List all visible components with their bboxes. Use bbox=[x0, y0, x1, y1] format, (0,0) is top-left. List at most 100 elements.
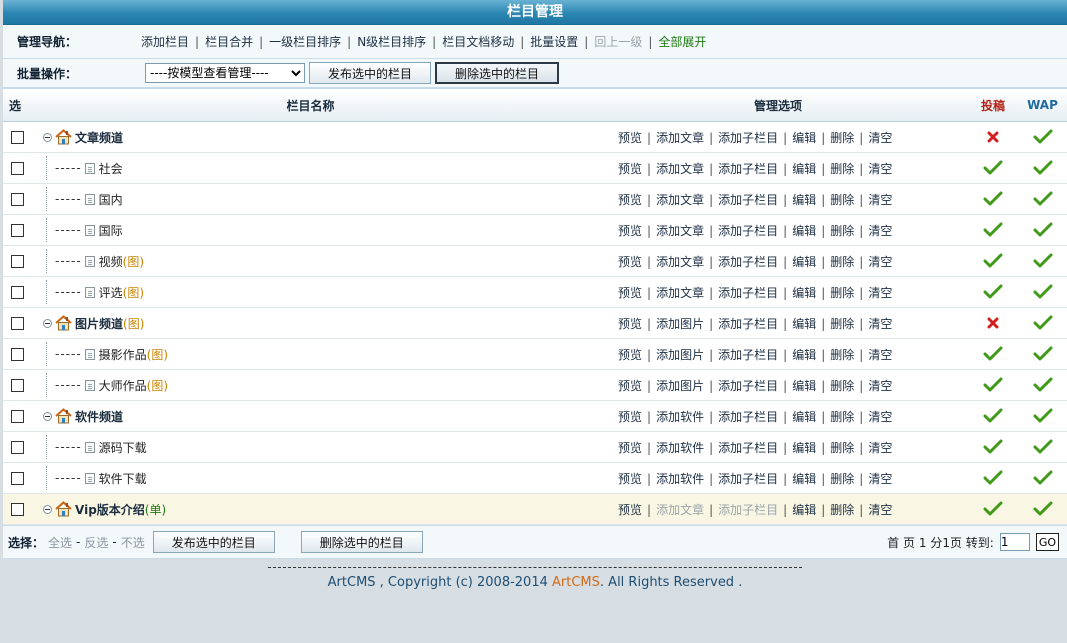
category-name[interactable]: 文章频道 bbox=[75, 129, 123, 146]
check-icon[interactable] bbox=[983, 253, 1003, 269]
row-action-link[interactable]: 预览 bbox=[618, 286, 642, 300]
row-action-link[interactable]: 清空 bbox=[868, 379, 892, 393]
row-action-link[interactable]: 添加文章 bbox=[656, 193, 704, 207]
row-action-link[interactable]: 清空 bbox=[868, 472, 892, 486]
row-action-link[interactable]: 编辑 bbox=[792, 193, 816, 207]
row-action-link[interactable]: 删除 bbox=[830, 503, 854, 517]
row-action-link[interactable]: 添加子栏目 bbox=[718, 441, 778, 455]
check-icon[interactable] bbox=[983, 222, 1003, 238]
row-action-link[interactable]: 删除 bbox=[830, 193, 854, 207]
row-action-link[interactable]: 预览 bbox=[618, 410, 642, 424]
category-name[interactable]: 国际 bbox=[99, 222, 123, 239]
row-checkbox[interactable] bbox=[11, 409, 24, 423]
row-action-link[interactable]: 预览 bbox=[618, 131, 642, 145]
category-name[interactable]: Vip版本介绍 bbox=[75, 501, 145, 518]
check-icon[interactable] bbox=[1033, 315, 1053, 331]
row-action-link[interactable]: 添加子栏目 bbox=[718, 255, 778, 269]
nav-link[interactable]: 全部展开 bbox=[658, 33, 706, 50]
row-action-link[interactable]: 预览 bbox=[618, 348, 642, 362]
row-action-link[interactable]: 编辑 bbox=[792, 286, 816, 300]
check-icon[interactable] bbox=[983, 377, 1003, 393]
row-checkbox[interactable] bbox=[11, 223, 24, 237]
row-action-link[interactable]: 清空 bbox=[868, 348, 892, 362]
row-checkbox[interactable] bbox=[11, 130, 24, 144]
row-checkbox[interactable] bbox=[11, 347, 24, 361]
row-action-link[interactable]: 删除 bbox=[830, 379, 854, 393]
check-icon[interactable] bbox=[1033, 284, 1053, 300]
category-name[interactable]: 评选 bbox=[99, 284, 123, 301]
row-action-link[interactable]: 添加图片 bbox=[656, 379, 704, 393]
row-action-link[interactable]: 清空 bbox=[868, 131, 892, 145]
nav-link[interactable]: 栏目文档移动 bbox=[442, 33, 514, 50]
row-action-link[interactable]: 删除 bbox=[830, 441, 854, 455]
row-action-link[interactable]: 添加软件 bbox=[656, 441, 704, 455]
row-action-link[interactable]: 删除 bbox=[830, 224, 854, 238]
row-action-link[interactable]: 清空 bbox=[868, 162, 892, 176]
footer-delete-button[interactable]: 删除选中的栏目 bbox=[300, 531, 423, 553]
page-number-input[interactable] bbox=[999, 533, 1030, 551]
row-checkbox[interactable] bbox=[11, 192, 24, 206]
row-action-link[interactable]: 编辑 bbox=[792, 379, 816, 393]
row-checkbox[interactable] bbox=[11, 471, 24, 485]
row-action-link[interactable]: 添加软件 bbox=[656, 410, 704, 424]
collapse-toggle-icon[interactable] bbox=[43, 318, 52, 328]
check-icon[interactable] bbox=[1033, 253, 1053, 269]
row-action-link[interactable]: 删除 bbox=[830, 162, 854, 176]
row-action-link[interactable]: 删除 bbox=[830, 131, 854, 145]
row-action-link[interactable]: 编辑 bbox=[792, 441, 816, 455]
row-action-link[interactable]: 预览 bbox=[618, 441, 642, 455]
row-action-link[interactable]: 编辑 bbox=[792, 131, 816, 145]
row-action-link[interactable]: 添加软件 bbox=[656, 472, 704, 486]
row-action-link[interactable]: 添加子栏目 bbox=[718, 472, 778, 486]
row-action-link[interactable]: 添加图片 bbox=[656, 317, 704, 331]
row-action-link[interactable]: 编辑 bbox=[792, 472, 816, 486]
category-name[interactable]: 软件下载 bbox=[99, 470, 147, 487]
row-action-link[interactable]: 清空 bbox=[868, 286, 892, 300]
nav-link[interactable]: 栏目合并 bbox=[205, 33, 253, 50]
row-action-link[interactable]: 删除 bbox=[830, 286, 854, 300]
select-invert-link[interactable]: 反选 bbox=[84, 534, 108, 551]
check-icon[interactable] bbox=[983, 501, 1003, 517]
check-icon[interactable] bbox=[1033, 191, 1053, 207]
check-icon[interactable] bbox=[983, 346, 1003, 362]
row-action-link[interactable]: 添加文章 bbox=[656, 286, 704, 300]
row-action-link[interactable]: 清空 bbox=[868, 410, 892, 424]
row-action-link[interactable]: 添加文章 bbox=[656, 224, 704, 238]
nav-link[interactable]: 回上一级 bbox=[594, 33, 642, 50]
row-action-link[interactable]: 删除 bbox=[830, 255, 854, 269]
row-action-link[interactable]: 删除 bbox=[830, 410, 854, 424]
row-action-link[interactable]: 添加子栏目 bbox=[718, 286, 778, 300]
check-icon[interactable] bbox=[983, 408, 1003, 424]
category-name[interactable]: 社会 bbox=[99, 160, 123, 177]
row-action-link[interactable]: 清空 bbox=[868, 317, 892, 331]
check-icon[interactable] bbox=[1033, 129, 1053, 145]
go-button[interactable]: GO bbox=[1035, 533, 1059, 551]
row-action-link[interactable]: 添加文章 bbox=[656, 162, 704, 176]
row-action-link[interactable]: 编辑 bbox=[792, 410, 816, 424]
nav-link[interactable]: 批量设置 bbox=[530, 33, 578, 50]
row-action-link[interactable]: 删除 bbox=[830, 317, 854, 331]
model-select[interactable]: ----按模型查看管理---- bbox=[145, 63, 305, 83]
row-action-link[interactable]: 编辑 bbox=[792, 162, 816, 176]
row-action-link[interactable]: 添加子栏目 bbox=[718, 193, 778, 207]
row-checkbox[interactable] bbox=[11, 440, 24, 454]
row-action-link[interactable]: 编辑 bbox=[792, 348, 816, 362]
collapse-toggle-icon[interactable] bbox=[43, 411, 52, 421]
check-icon[interactable] bbox=[1033, 439, 1053, 455]
row-action-link[interactable]: 预览 bbox=[618, 503, 642, 517]
row-action-link[interactable]: 编辑 bbox=[792, 255, 816, 269]
row-checkbox[interactable] bbox=[11, 502, 24, 516]
row-checkbox[interactable] bbox=[11, 378, 24, 392]
row-action-link[interactable]: 预览 bbox=[618, 317, 642, 331]
row-action-link[interactable]: 清空 bbox=[868, 503, 892, 517]
check-icon[interactable] bbox=[1033, 501, 1053, 517]
collapse-toggle-icon[interactable] bbox=[43, 504, 52, 514]
row-action-link[interactable]: 添加子栏目 bbox=[718, 162, 778, 176]
category-name[interactable]: 视频 bbox=[99, 253, 123, 270]
check-icon[interactable] bbox=[983, 470, 1003, 486]
row-action-link[interactable]: 删除 bbox=[830, 472, 854, 486]
row-checkbox[interactable] bbox=[11, 316, 24, 330]
row-action-link[interactable]: 预览 bbox=[618, 193, 642, 207]
row-action-link[interactable]: 清空 bbox=[868, 255, 892, 269]
row-checkbox[interactable] bbox=[11, 161, 24, 175]
